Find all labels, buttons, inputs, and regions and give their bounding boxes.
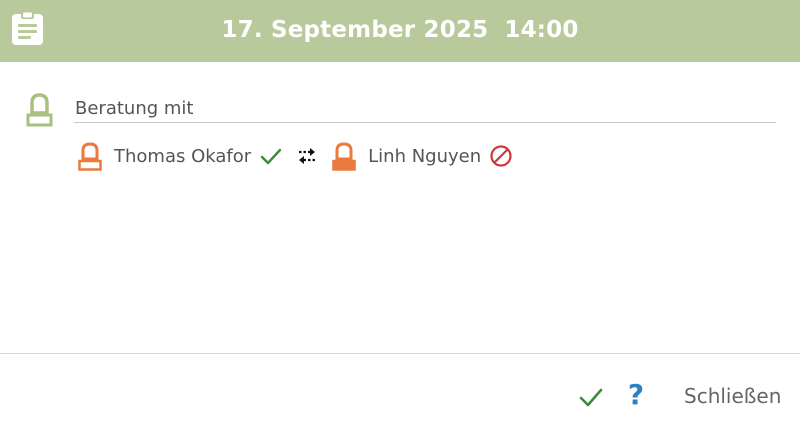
header-date: 17. September 2025 xyxy=(221,17,489,43)
subject-row xyxy=(0,88,800,132)
swap-arrows-icon[interactable] xyxy=(296,146,318,166)
help-button[interactable]: ? xyxy=(622,377,650,413)
participant-linh-nguyen[interactable]: Linh Nguyen xyxy=(332,141,482,171)
participant-name: Linh Nguyen xyxy=(368,145,482,167)
person-icon xyxy=(78,141,102,171)
participants-row: Thomas Okafor Linh Nguyen xyxy=(78,140,513,172)
header-time: 14:00 xyxy=(504,17,579,43)
header-bar: 17. September 2025 14:00 xyxy=(0,0,800,62)
confirm-button[interactable] xyxy=(578,384,604,410)
appointment-dialog: 17. September 2025 14:00 Thomas Okafor xyxy=(0,0,800,434)
checkmark-icon xyxy=(260,148,282,165)
participant-name: Thomas Okafor xyxy=(114,145,252,167)
subject-input[interactable] xyxy=(74,95,776,123)
header-title: 17. September 2025 14:00 xyxy=(0,0,800,62)
person-icon xyxy=(26,93,53,127)
person-icon xyxy=(332,141,356,171)
close-button[interactable]: Schließen xyxy=(684,380,781,412)
participant-thomas-okafor[interactable]: Thomas Okafor xyxy=(78,141,252,171)
blocked-icon xyxy=(490,145,512,167)
footer-divider xyxy=(0,353,800,354)
